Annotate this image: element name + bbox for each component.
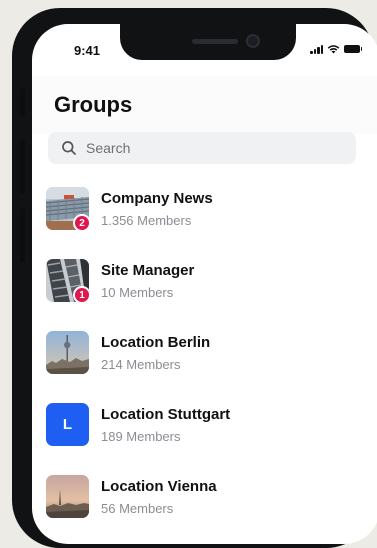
group-name: Site Manager xyxy=(101,262,195,279)
status-icons xyxy=(310,44,362,54)
screen: 9:41 Groups Search 2 Company News 1.356 … xyxy=(32,24,377,544)
group-members-count: 214 Members xyxy=(101,357,181,372)
group-name: Company News xyxy=(101,190,213,207)
group-name: Location Berlin xyxy=(101,334,211,351)
group-members-count: 1.356 Members xyxy=(101,213,192,228)
unread-badge: 2 xyxy=(73,214,91,232)
wifi-icon xyxy=(327,45,340,54)
group-avatar xyxy=(46,331,89,374)
group-row-company-news[interactable]: 2 Company News 1.356 Members xyxy=(46,187,346,235)
group-name: Location Vienna xyxy=(101,478,217,495)
group-avatar xyxy=(46,475,89,518)
search-input[interactable] xyxy=(86,140,326,156)
signal-icon xyxy=(310,44,323,54)
search-bar[interactable] xyxy=(48,132,356,164)
group-row-location-stuttgart[interactable]: L Location Stuttgart 189 Members xyxy=(46,403,346,451)
status-time: 9:41 xyxy=(74,43,101,58)
battery-icon xyxy=(344,45,362,53)
group-members-count: 189 Members xyxy=(101,429,181,444)
group-name: Location Stuttgart xyxy=(101,406,231,423)
volume-up-button xyxy=(20,140,25,194)
search-icon xyxy=(62,141,76,155)
group-avatar-letter: L xyxy=(46,403,89,446)
mute-switch xyxy=(20,88,25,116)
group-row-site-manager[interactable]: 1 Site Manager 10 Members xyxy=(46,259,346,307)
group-row-location-berlin[interactable]: Location Berlin 214 Members xyxy=(46,331,346,379)
header: Groups xyxy=(32,76,377,134)
group-row-location-vienna[interactable]: Location Vienna 56 Members xyxy=(46,475,346,523)
group-members-count: 56 Members xyxy=(101,501,174,516)
volume-down-button xyxy=(20,208,25,262)
speaker xyxy=(192,39,238,44)
notch xyxy=(120,24,296,60)
phone-frame: 9:41 Groups Search 2 Company News 1.356 … xyxy=(12,8,377,548)
page-title: Groups xyxy=(54,92,133,117)
camera xyxy=(246,34,260,48)
group-members-count: 10 Members xyxy=(101,285,174,300)
unread-badge: 1 xyxy=(73,286,91,304)
